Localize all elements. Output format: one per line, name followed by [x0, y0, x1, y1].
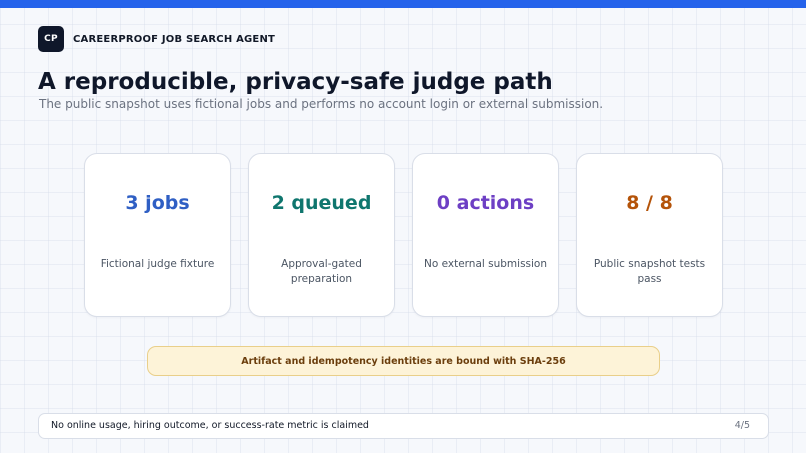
page-number: 4/5 — [734, 420, 750, 431]
page-title: A reproducible, privacy-safe judge path — [38, 69, 553, 95]
banner-text: Artifact and idempotency identities are … — [241, 355, 566, 367]
metric-label: Fictional judge fixture — [100, 258, 215, 270]
metric-cards: 3 jobs Fictional judge fixture 2 queued … — [84, 153, 723, 317]
brand-header: CP CAREERPROOF JOB SEARCH AGENT — [38, 26, 275, 52]
page-subtitle: The public snapshot uses fictional jobs … — [39, 97, 604, 111]
metric-value: 8 / 8 — [626, 192, 673, 214]
footer-bar: No online usage, hiring outcome, or succ… — [38, 413, 769, 439]
metric-value: 0 actions — [436, 192, 535, 214]
metric-value: 2 queued — [271, 192, 372, 214]
sha-banner: Artifact and idempotency identities are … — [147, 346, 660, 376]
metric-value: 3 jobs — [125, 192, 190, 214]
top-accent-bar — [0, 0, 806, 8]
metric-label: Public snapshot tests pass — [593, 258, 706, 285]
footer-disclaimer: No online usage, hiring outcome, or succ… — [51, 420, 369, 431]
metric-card-jobs: 3 jobs Fictional judge fixture — [84, 153, 231, 317]
metric-card-actions: 0 actions No external submission — [412, 153, 559, 317]
metric-card-queued: 2 queued Approval-gated preparation — [248, 153, 395, 317]
metric-card-tests: 8 / 8 Public snapshot tests pass — [576, 153, 723, 317]
brand-name: CAREERPROOF JOB SEARCH AGENT — [73, 33, 276, 45]
metric-label: No external submission — [423, 258, 548, 270]
brand-logo: CP — [38, 26, 64, 52]
metric-label: Approval-gated preparation — [281, 258, 362, 285]
